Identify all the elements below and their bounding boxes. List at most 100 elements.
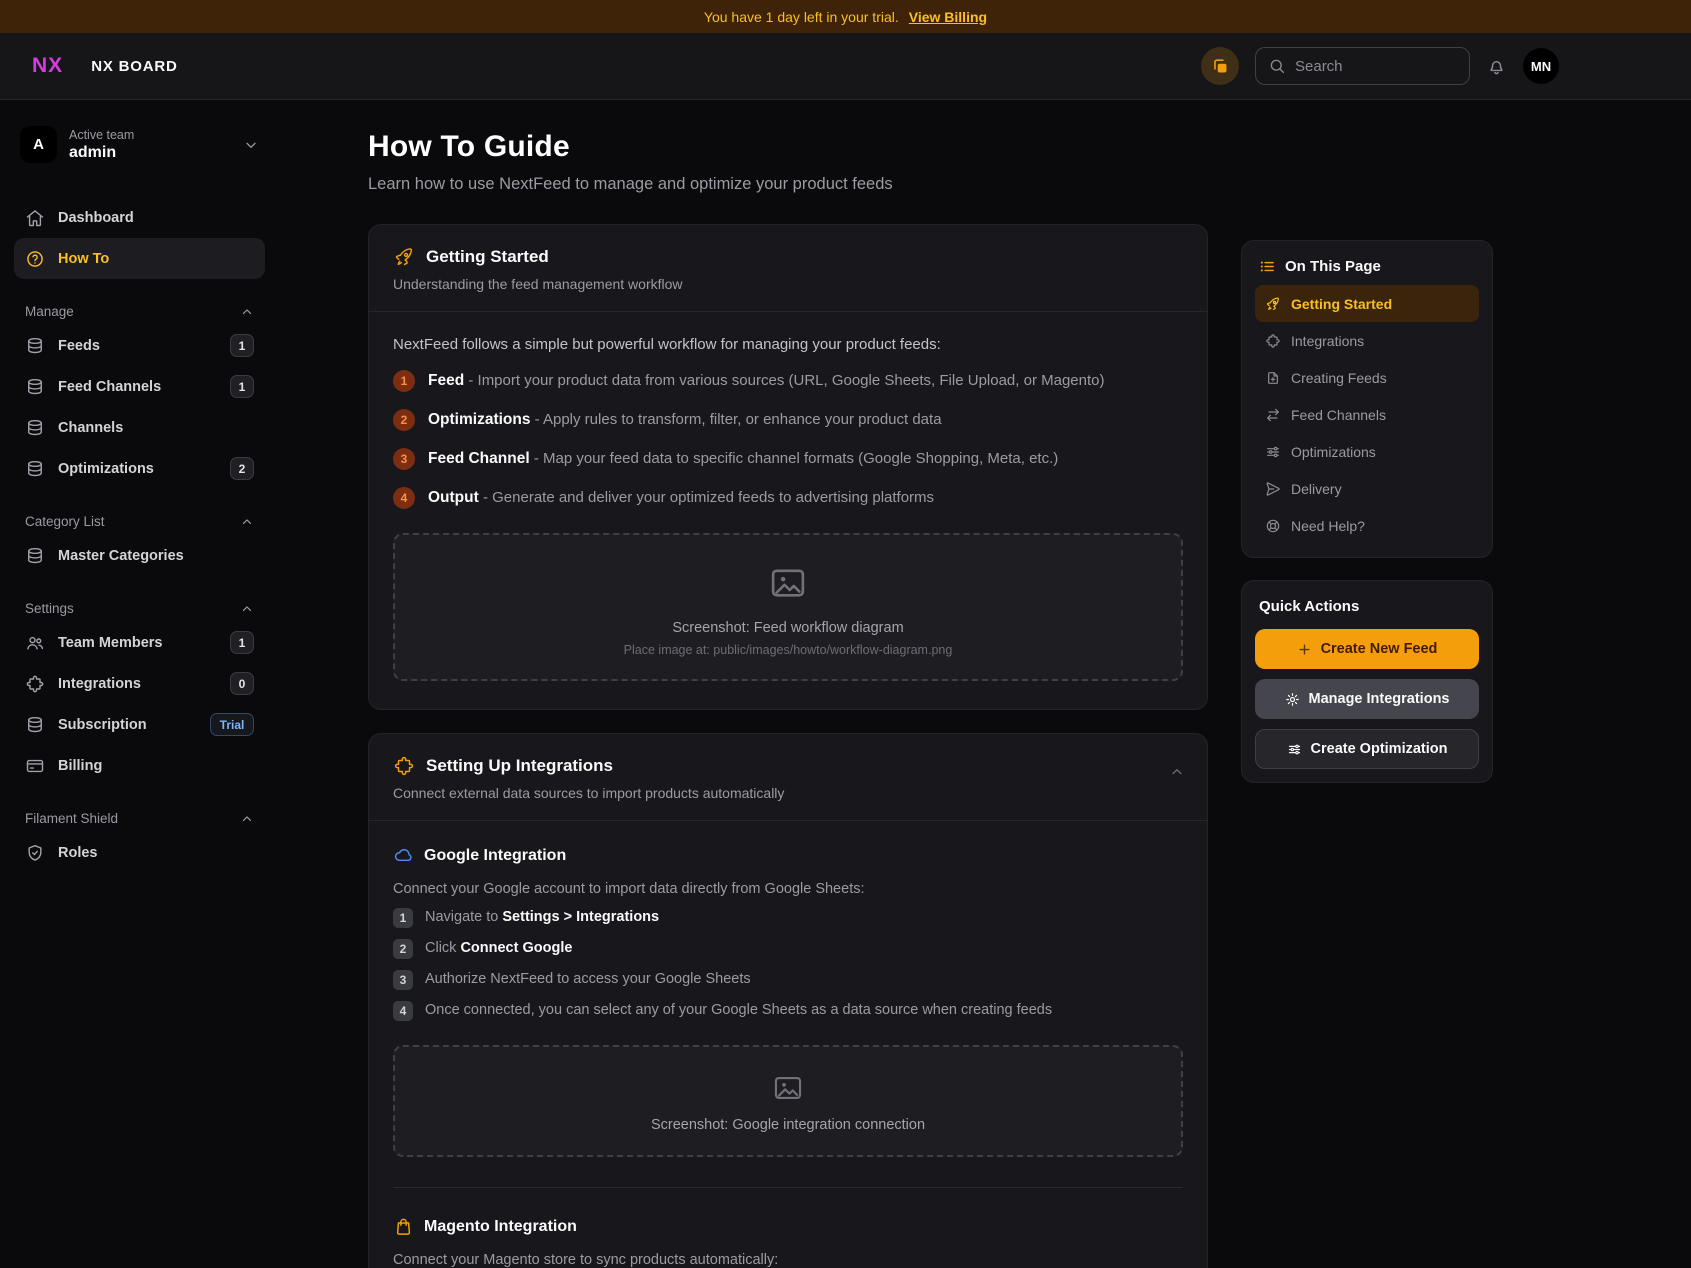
- toc-item-label: Creating Feeds: [1291, 370, 1387, 386]
- chevron-up-icon: [240, 812, 254, 826]
- chevron-up-icon: [240, 305, 254, 319]
- team-name: admin: [69, 144, 134, 162]
- toc-item-getting-started[interactable]: Getting Started: [1255, 285, 1479, 322]
- integrations-card: Setting Up Integrations Connect external…: [368, 733, 1208, 1268]
- top-navbar: NX NX BOARD MN: [0, 33, 1691, 100]
- gear-icon: [1285, 692, 1300, 707]
- image-icon: [767, 562, 809, 604]
- sidebar-item-team-members[interactable]: Team Members 1: [14, 622, 265, 663]
- workflow-step: 4 Output - Generate and deliver your opt…: [393, 487, 1183, 509]
- team-switcher[interactable]: A Active team admin: [14, 126, 265, 163]
- plus-icon: [1297, 642, 1312, 657]
- section-divider: [393, 1187, 1183, 1188]
- page-subtitle: Learn how to use NextFeed to manage and …: [368, 175, 1208, 194]
- step-number: 1: [393, 908, 413, 928]
- manage-integrations-button[interactable]: Manage Integrations: [1255, 679, 1479, 719]
- database-icon: [25, 336, 45, 356]
- sidebar-item-optimizations[interactable]: Optimizations 2: [14, 448, 265, 489]
- database-icon: [25, 418, 45, 438]
- google-screenshot-placeholder: Screenshot: Google integration connectio…: [393, 1045, 1183, 1157]
- card-subtitle: Connect external data sources to import …: [393, 785, 1183, 801]
- collapse-chevron-icon[interactable]: [1169, 764, 1185, 780]
- google-step: 1 Navigate to Settings > Integrations: [393, 909, 1183, 928]
- quick-actions-title: Quick Actions: [1255, 596, 1479, 619]
- sidebar-item-roles[interactable]: Roles: [14, 832, 265, 873]
- team-avatar: A: [20, 126, 57, 163]
- sidebar: A Active team admin Dashboard: [0, 100, 305, 873]
- paper-airplane-icon: [1265, 481, 1281, 497]
- brand-name[interactable]: NX BOARD: [91, 58, 177, 75]
- user-avatar[interactable]: MN: [1523, 48, 1559, 84]
- sidebar-item-master-categories[interactable]: Master Categories: [14, 535, 265, 576]
- database-icon: [25, 459, 45, 479]
- sidebar-item-label: Optimizations: [58, 461, 154, 477]
- sidebar-item-how-to[interactable]: How To: [14, 238, 265, 279]
- sidebar-item-label: Team Members: [58, 635, 163, 651]
- sidebar-section-settings[interactable]: Settings: [25, 601, 254, 616]
- sidebar-section-filament-shield[interactable]: Filament Shield: [25, 811, 254, 826]
- count-badge: 1: [230, 334, 254, 357]
- count-badge: 0: [230, 672, 254, 695]
- database-icon: [25, 546, 45, 566]
- google-step: 4 Once connected, you can select any of …: [393, 1002, 1183, 1021]
- integrations-card-header: Setting Up Integrations Connect external…: [369, 734, 1207, 821]
- app-logo[interactable]: NX: [32, 54, 63, 78]
- getting-started-header: Getting Started Understanding the feed m…: [369, 225, 1207, 312]
- sliders-icon: [1287, 742, 1302, 757]
- sidebar-section-category-list[interactable]: Category List: [25, 514, 254, 529]
- card-title: Getting Started: [426, 247, 549, 267]
- sidebar-item-integrations[interactable]: Integrations 0: [14, 663, 265, 704]
- workflow-step: 3 Feed Channel - Map your feed data to s…: [393, 448, 1183, 470]
- sidebar-item-channels[interactable]: Channels: [14, 407, 265, 448]
- count-badge: 1: [230, 375, 254, 398]
- search-input[interactable]: [1295, 58, 1457, 75]
- on-this-page-card: On This Page Getting Started: [1241, 240, 1493, 558]
- step-number: 3: [393, 970, 413, 990]
- image-icon: [771, 1071, 805, 1105]
- card-title: Setting Up Integrations: [426, 756, 613, 776]
- copy-stack-button[interactable]: [1201, 47, 1239, 85]
- workflow-screenshot-placeholder: Screenshot: Feed workflow diagram Place …: [393, 533, 1183, 681]
- toc-item-delivery[interactable]: Delivery: [1255, 470, 1479, 507]
- sidebar-section-manage[interactable]: Manage: [25, 304, 254, 319]
- notifications-bell-icon[interactable]: [1486, 56, 1507, 77]
- document-plus-icon: [1265, 370, 1281, 386]
- sidebar-item-label: Feed Channels: [58, 379, 161, 395]
- sidebar-item-subscription[interactable]: Subscription Trial: [14, 704, 265, 745]
- database-icon: [25, 715, 45, 735]
- toc-item-integrations[interactable]: Integrations: [1255, 322, 1479, 359]
- toc-item-optimizations[interactable]: Optimizations: [1255, 433, 1479, 470]
- magento-integration-title: Magento Integration: [424, 1218, 577, 1236]
- count-badge: 1: [230, 631, 254, 654]
- sidebar-item-feed-channels[interactable]: Feed Channels 1: [14, 366, 265, 407]
- create-new-feed-button[interactable]: Create New Feed: [1255, 629, 1479, 669]
- shopping-bag-icon: [393, 1216, 414, 1237]
- main-content: How To Guide Learn how to use NextFeed t…: [368, 100, 1208, 1268]
- placeholder-caption: Screenshot: Google integration connectio…: [651, 1117, 925, 1133]
- sidebar-item-dashboard[interactable]: Dashboard: [14, 197, 265, 238]
- toc-item-label: Delivery: [1291, 481, 1342, 497]
- sidebar-item-billing[interactable]: Billing: [14, 745, 265, 786]
- credit-card-icon: [25, 756, 45, 776]
- create-optimization-button[interactable]: Create Optimization: [1255, 729, 1479, 769]
- step-number: 2: [393, 939, 413, 959]
- sidebar-item-label: Billing: [58, 758, 102, 774]
- toc-item-feed-channels[interactable]: Feed Channels: [1255, 396, 1479, 433]
- sidebar-item-feeds[interactable]: Feeds 1: [14, 325, 265, 366]
- sidebar-item-label: Master Categories: [58, 548, 184, 564]
- chevron-up-icon: [240, 515, 254, 529]
- sliders-icon: [1265, 444, 1281, 460]
- toc-item-label: Optimizations: [1291, 444, 1376, 460]
- view-billing-link[interactable]: View Billing: [909, 9, 987, 25]
- card-subtitle: Understanding the feed management workfl…: [393, 276, 1183, 292]
- sidebar-item-label: How To: [58, 251, 109, 267]
- users-icon: [25, 633, 45, 653]
- sidebar-item-label: Feeds: [58, 338, 100, 354]
- google-step: 3 Authorize NextFeed to access your Goog…: [393, 971, 1183, 990]
- home-icon: [25, 208, 45, 228]
- toc-item-label: Getting Started: [1291, 296, 1392, 312]
- step-number: 2: [393, 409, 415, 431]
- chevron-up-icon: [240, 602, 254, 616]
- toc-item-creating-feeds[interactable]: Creating Feeds: [1255, 359, 1479, 396]
- toc-item-need-help[interactable]: Need Help?: [1255, 507, 1479, 544]
